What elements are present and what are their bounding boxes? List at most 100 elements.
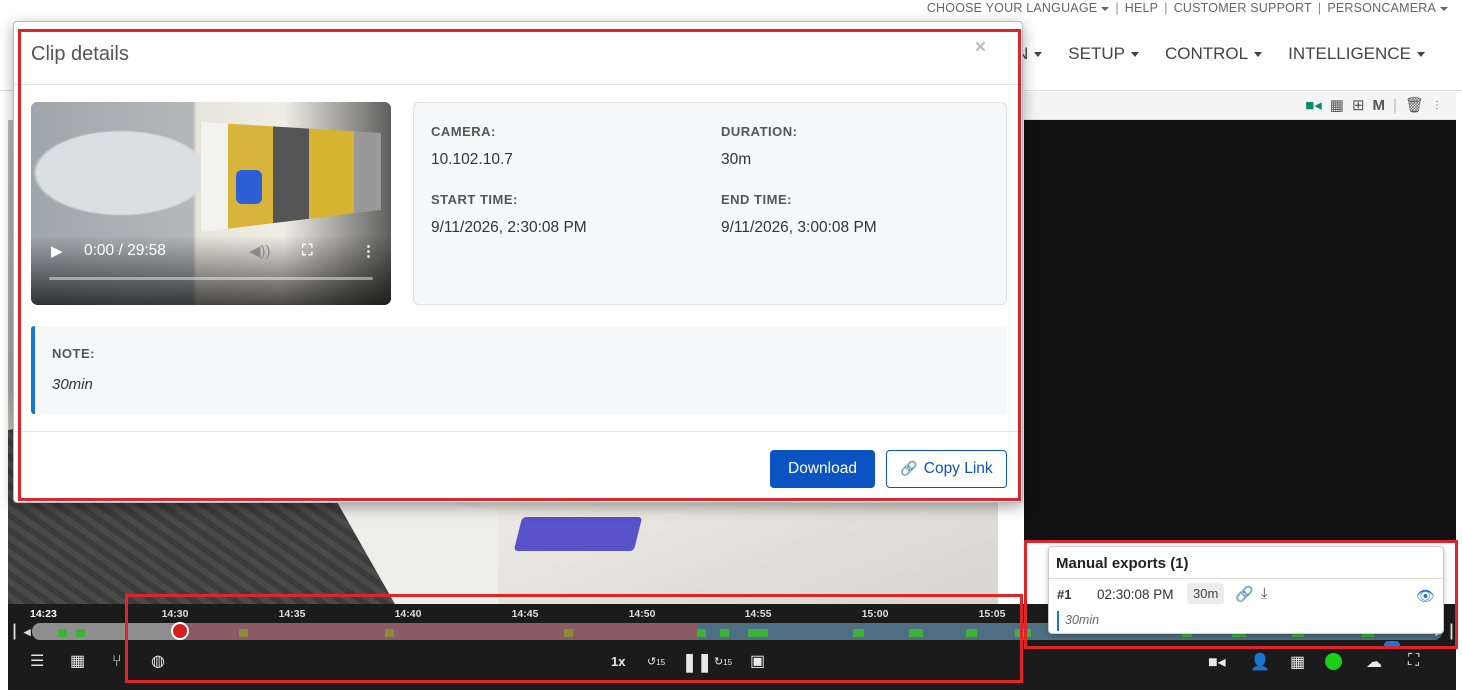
language-menu[interactable]: CHOOSE YOUR LANGUAGE xyxy=(927,1,1110,15)
camera-value: 10.102.10.7 xyxy=(431,151,513,168)
video-time: 0:00 / 29:58 xyxy=(84,242,166,259)
video-controls: ▶ 0:00 / 29:58 ◀)) ⛶ ⋮ xyxy=(31,240,391,270)
selected-range xyxy=(177,623,697,640)
video-camera-icon[interactable]: ■◂ xyxy=(1208,652,1226,672)
recording-segment xyxy=(697,629,706,637)
tick-label: 14:23 xyxy=(30,608,57,620)
modal-title: Clip details xyxy=(31,43,129,65)
copy-link-button[interactable]: 🔗 Copy Link xyxy=(886,450,1007,488)
tick-label: 14:50 xyxy=(628,608,656,620)
caret-down-icon xyxy=(1101,6,1110,11)
globe-icon[interactable]: ◍ xyxy=(151,652,165,672)
help-link[interactable]: HELP xyxy=(1125,1,1158,15)
fullscreen-icon[interactable]: ⛶ xyxy=(302,242,313,259)
duration-label: DURATION: xyxy=(721,124,798,139)
tick-label: 14:35 xyxy=(278,608,306,620)
nav-item-control[interactable]: CONTROL xyxy=(1165,44,1263,64)
clip-details-modal: Clip details × ▶ 0:00 / 29:58 ◀)) ⛶ ⋮ CA… xyxy=(13,21,1023,503)
export-duration-badge: 30m xyxy=(1187,583,1225,604)
utility-bar: CHOOSE YOUR LANGUAGE | HELP | CUSTOMER S… xyxy=(927,0,1448,16)
caret-down-icon xyxy=(1440,6,1448,11)
grid-layout-icon[interactable]: ▦ xyxy=(1330,96,1344,114)
camera-feed-secondary[interactable] xyxy=(1024,120,1456,540)
status-online-icon xyxy=(1325,653,1342,670)
cloud-upload-icon[interactable]: ☁ xyxy=(1366,652,1382,672)
separator: | xyxy=(1115,1,1119,15)
export-number: #1 xyxy=(1057,587,1072,602)
caret-down-icon xyxy=(1416,52,1425,58)
save-icon[interactable]: ▣ xyxy=(750,652,765,672)
volume-icon[interactable]: ◀)) xyxy=(249,242,271,260)
modal-divider xyxy=(14,431,1022,432)
eye-icon[interactable]: 👁 xyxy=(1416,587,1435,605)
manual-exports-panel: Manual exports (1) #1 02:30:08 PM 30m 🔗 … xyxy=(1048,546,1444,634)
export-row[interactable]: #1 02:30:08 PM 30m 🔗 ⤓ 👁 xyxy=(1057,583,1435,607)
export-note: 30min xyxy=(1057,611,1099,631)
exports-title: Manual exports (1) xyxy=(1049,547,1443,579)
copy-link-label: Copy Link xyxy=(923,460,993,477)
skip-start-icon[interactable]: ▏◂ xyxy=(14,624,31,640)
caret-down-icon xyxy=(1254,52,1263,58)
recording-segment xyxy=(385,629,394,637)
speed-button[interactable]: 1x xyxy=(611,652,625,672)
link-icon[interactable]: 🔗 xyxy=(1235,585,1254,603)
user-menu[interactable]: PERSONCAMERA xyxy=(1327,1,1448,15)
duration-value: 30m xyxy=(721,151,752,168)
calendar-icon[interactable]: ▦ xyxy=(70,652,85,672)
user-icon[interactable]: 👤 xyxy=(1250,652,1270,672)
m-layout-button[interactable]: M xyxy=(1373,97,1386,114)
caret-down-icon xyxy=(1034,52,1043,58)
recording-segment xyxy=(1015,629,1031,637)
download-icon[interactable]: ⤓ xyxy=(1261,585,1268,602)
tick-label: 14:55 xyxy=(744,608,772,620)
end-time-label: END TIME: xyxy=(721,192,792,207)
start-time-value: 9/11/2026, 2:30:08 PM xyxy=(431,219,587,236)
calendar-grid-icon[interactable]: ▦ xyxy=(1290,652,1305,672)
note-label: NOTE: xyxy=(52,346,95,361)
tick-label: 14:40 xyxy=(394,608,422,620)
recording-segment xyxy=(720,629,729,637)
tick-label: 15:05 xyxy=(978,608,1006,620)
modal-divider xyxy=(14,84,1022,85)
playhead-handle[interactable] xyxy=(171,622,189,640)
start-time-label: START TIME: xyxy=(431,192,518,207)
play-icon[interactable]: ▶ xyxy=(51,242,63,260)
main-nav: N SETUP CONTROL INTELLIGENCE xyxy=(1016,38,1462,70)
split-icon[interactable]: ⑂ xyxy=(112,652,122,672)
camera-label: CAMERA: xyxy=(431,124,496,139)
close-icon[interactable]: × xyxy=(975,37,986,59)
trash-icon[interactable]: 🗑 xyxy=(1405,96,1424,114)
customer-support-link[interactable]: CUSTOMER SUPPORT xyxy=(1174,1,1312,15)
link-icon: 🔗 xyxy=(900,460,918,476)
forward-seconds: 15 xyxy=(723,658,733,667)
caret-down-icon xyxy=(1130,52,1139,58)
video-camera-icon[interactable]: ■◂ xyxy=(1305,96,1322,114)
note-value: 30min xyxy=(52,376,93,393)
more-vertical-icon[interactable]: ⋮ xyxy=(1432,100,1442,111)
forward-15-icon[interactable]: ↻15 xyxy=(714,652,732,673)
list-icon[interactable]: ☰ xyxy=(30,652,44,672)
separator: | xyxy=(1317,1,1322,15)
recording-segment xyxy=(966,629,977,637)
recording-segment xyxy=(58,629,67,637)
note-box: NOTE: 30min xyxy=(31,326,1007,414)
export-time: 02:30:08 PM xyxy=(1097,587,1174,602)
rewind-15-icon[interactable]: ↺15 xyxy=(647,652,665,673)
nav-item-intelligence[interactable]: INTELLIGENCE xyxy=(1288,44,1425,64)
notification-badge xyxy=(1384,641,1400,649)
tick-label: 15:00 xyxy=(861,608,889,620)
fullscreen-icon[interactable]: ⛶ xyxy=(1408,652,1419,670)
rewind-seconds: 15 xyxy=(656,658,666,667)
clip-video-player[interactable]: ▶ 0:00 / 29:58 ◀)) ⛶ ⋮ xyxy=(31,102,391,305)
pause-icon[interactable]: ❚❚ xyxy=(682,652,712,672)
clip-info-card: CAMERA: 10.102.10.7 DURATION: 30m START … xyxy=(413,102,1007,305)
video-object xyxy=(236,170,262,204)
feed-bin xyxy=(513,517,643,551)
recording-segment xyxy=(909,629,923,637)
video-progress-bar[interactable] xyxy=(49,277,373,280)
download-button[interactable]: Download xyxy=(770,450,875,488)
more-vertical-icon[interactable]: ⋮ xyxy=(361,242,376,260)
nav-item-setup[interactable]: SETUP xyxy=(1068,44,1139,64)
layout-split-icon[interactable]: ⊞ xyxy=(1352,96,1365,114)
tick-label: 14:30 xyxy=(161,608,189,620)
